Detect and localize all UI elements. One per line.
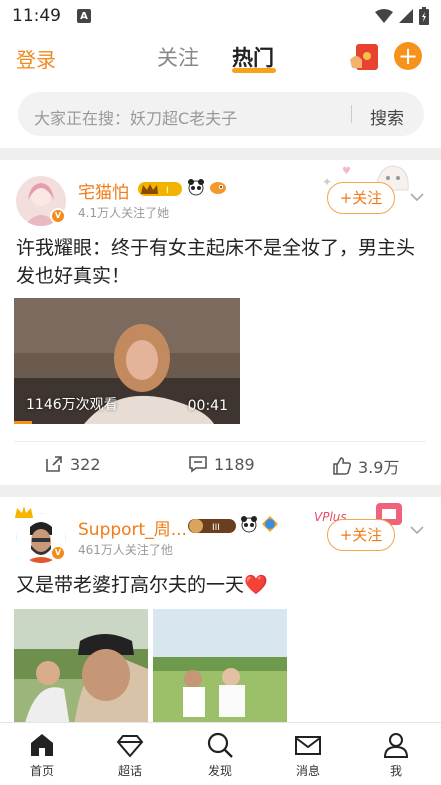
- nav-label: 首页: [29, 764, 54, 778]
- post-fans-count: 4.1万人关注了她: [78, 206, 170, 220]
- top-nav: 登录 关注 热门 +: [0, 34, 441, 80]
- like-button[interactable]: 3.9万: [332, 454, 399, 478]
- post-username[interactable]: 宅猫怕: [78, 178, 129, 203]
- video-view-count: 1146万次观看: [26, 397, 118, 413]
- chevron-down-icon[interactable]: [410, 525, 424, 535]
- nav-super-topic[interactable]: 超话: [100, 731, 160, 779]
- svg-text:I: I: [166, 186, 169, 196]
- repost-button[interactable]: 322: [44, 454, 101, 474]
- search-icon: [207, 732, 233, 758]
- svg-text:♥: ♥: [342, 166, 351, 177]
- video-progress-bar: [14, 421, 33, 424]
- active-tab-indicator: [232, 68, 276, 73]
- wifi-icon: [375, 9, 393, 23]
- like-count: 3.9万: [358, 458, 400, 477]
- comment-icon: [189, 456, 207, 473]
- nav-label: 超话: [117, 764, 142, 778]
- video-duration: 00:41: [187, 398, 228, 414]
- post-photo[interactable]: [153, 609, 287, 727]
- search-bar[interactable]: 大家正在搜：妖刀超C老夫子 搜索: [18, 92, 424, 136]
- user-icon: [383, 733, 409, 758]
- nav-discover[interactable]: 发现: [190, 731, 250, 779]
- nav-label: 消息: [295, 764, 320, 778]
- svg-text:III: III: [212, 523, 220, 533]
- nav-me[interactable]: 我: [366, 731, 426, 779]
- globe-badge-icon: [262, 516, 278, 532]
- fish-badge-icon: [210, 182, 226, 194]
- photo-thumbnail: [153, 609, 287, 727]
- login-button[interactable]: 登录: [16, 44, 56, 73]
- member-level-badge-icon: I: [138, 182, 182, 196]
- signal-icon: [399, 9, 413, 23]
- search-placeholder: 大家正在搜：妖刀超C老夫子: [34, 109, 238, 128]
- feed-post: V Support_周... III 461万人关注了他 VPlus +关注 又…: [0, 497, 441, 727]
- status-time: 11:49: [12, 6, 61, 26]
- follow-button[interactable]: +关注: [327, 519, 395, 551]
- compose-plus-button[interactable]: +: [394, 42, 422, 70]
- bottom-nav: 首页 超话 发现 消息 我: [0, 722, 441, 785]
- section-divider: [0, 148, 441, 160]
- post-video[interactable]: 1146万次观看 00:41: [14, 298, 240, 424]
- red-packet-icon[interactable]: [350, 42, 382, 72]
- repost-count: 322: [70, 454, 101, 474]
- home-icon: [31, 734, 53, 756]
- comment-button[interactable]: 1189: [188, 454, 255, 474]
- thumbs-up-icon: [333, 457, 352, 475]
- post-username[interactable]: Support_周...: [78, 515, 187, 540]
- nav-home[interactable]: 首页: [12, 731, 72, 779]
- follow-button[interactable]: +关注: [327, 182, 395, 214]
- panda-badge-icon: [188, 179, 204, 196]
- nav-label: 发现: [207, 764, 232, 778]
- post-text: 又是带老婆打高尔夫的一天❤️: [16, 574, 268, 596]
- chevron-down-icon[interactable]: [410, 192, 424, 202]
- post-fans-count: 461万人关注了他: [78, 543, 173, 557]
- mail-icon: [295, 736, 321, 755]
- verified-badge-icon: V: [50, 545, 66, 561]
- tab-follow[interactable]: 关注: [157, 42, 199, 72]
- verified-badge-icon: V: [50, 208, 66, 224]
- battery-icon: [419, 7, 429, 25]
- photo-thumbnail: [14, 609, 148, 727]
- search-button[interactable]: 搜索: [370, 104, 404, 129]
- diamond-icon: [116, 735, 144, 758]
- post-photo[interactable]: [14, 609, 148, 727]
- post-actions: 322 1189 3.9万: [14, 441, 426, 485]
- section-divider: [0, 485, 441, 497]
- crown-icon: [15, 506, 33, 518]
- notification-icon: A: [77, 9, 91, 23]
- comment-count: 1189: [214, 454, 255, 474]
- member-level-badge-icon: III: [188, 519, 236, 533]
- search-divider: [351, 105, 352, 123]
- panda-badge-icon: [241, 516, 257, 533]
- feed-post: V 宅猫怕 I 4.1万人关注了她 ✦ ♥ +关注 许我耀眼：终于有女主起床不是全…: [0, 160, 441, 485]
- post-text: 许我耀眼：终于有女主起床不是全妆了，男主头发也好真实！: [16, 237, 416, 287]
- nav-label: 我: [389, 764, 402, 778]
- nav-messages[interactable]: 消息: [278, 731, 338, 779]
- status-bar: 11:49 A: [0, 0, 441, 32]
- share-icon: [46, 456, 62, 472]
